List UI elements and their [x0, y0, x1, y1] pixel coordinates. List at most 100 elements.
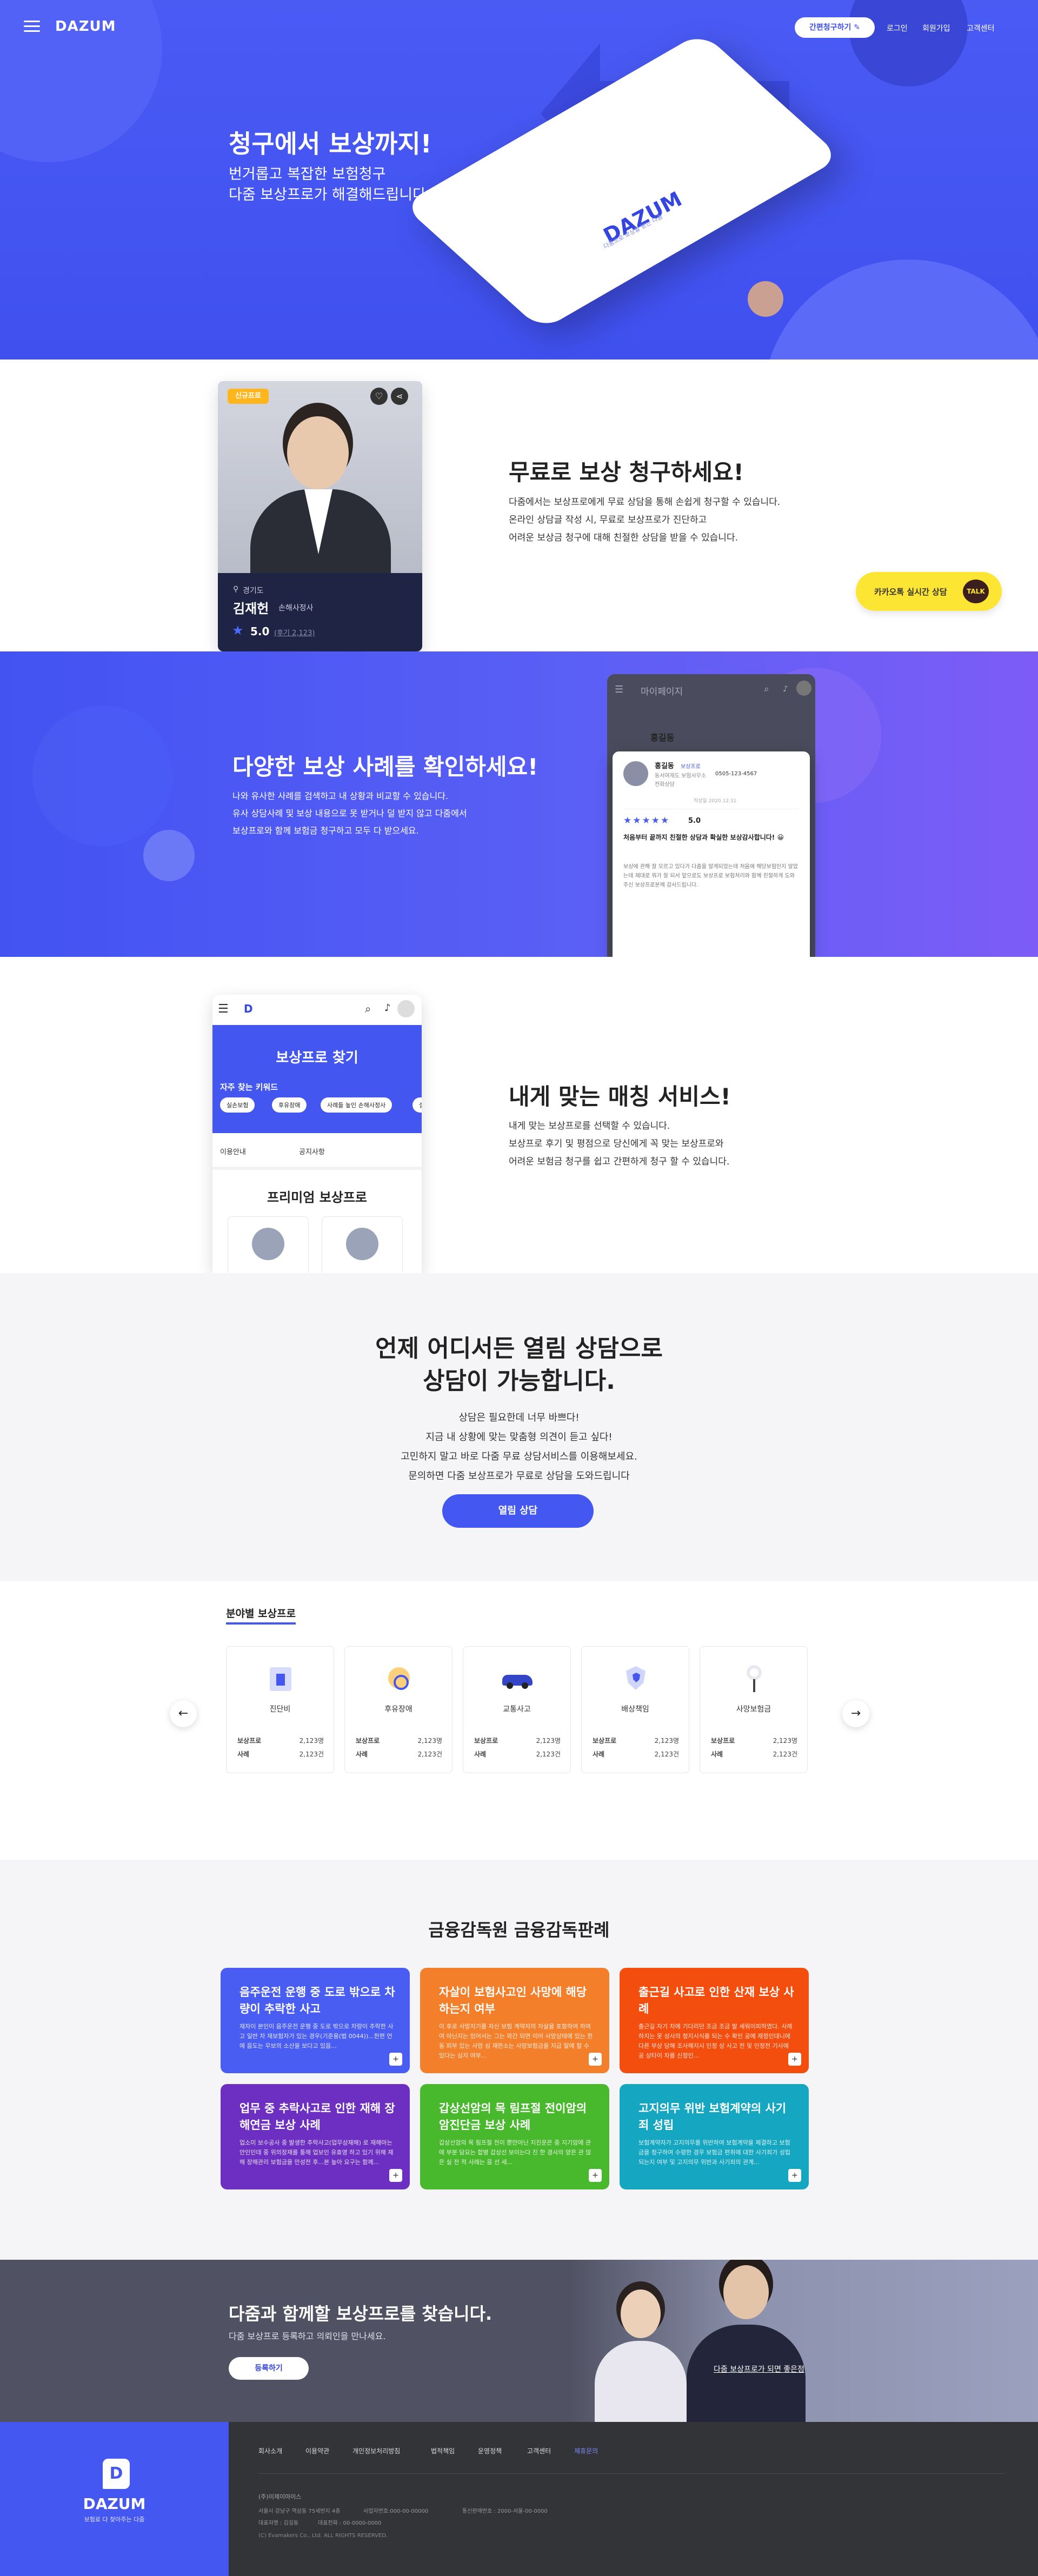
keyword-chip[interactable]: 사례들 높인 손해사정사 — [321, 1097, 392, 1113]
precedent-section: 금융감독원 금융감독판례 음주운전 운행 중 도로 밖으로 차량이 추락한 사고… — [0, 1860, 1038, 2260]
site-logo[interactable]: DAZUM — [55, 18, 116, 35]
section-body: 상담은 필요한데 너무 바쁘다! 지금 내 상황에 맞는 맞춤형 의견이 듣고 싶… — [401, 1412, 637, 1482]
footer-link[interactable]: 이용약관 — [305, 2446, 329, 2455]
category-stat: 사례 2,123건 — [711, 1750, 797, 1758]
kakao-chat-button[interactable]: 카카오톡 실시간 상담 TALK — [856, 572, 1002, 611]
keyword-chip[interactable]: 후유장애 — [272, 1097, 307, 1113]
precedent-desc: 이 후로 사망지기를 자신 보험 계약자의 자살을 포함하여 하여여 아닌지는 … — [439, 2023, 593, 2059]
pro-profile-card[interactable]: 신규프로 ♡ ⋖ ⚲ 경기도 김재헌 손해사정사 ★ 5.0 (후기 2,123… — [218, 381, 422, 651]
category-card[interactable]: 배상책임 보상프로 2,123명 사례 2,123건 — [581, 1646, 689, 1773]
plus-icon[interactable]: + — [788, 2169, 801, 2182]
keywords-label: 자주 찾는 키워드 — [220, 1082, 278, 1092]
precedent-card[interactable]: 출근길 사고로 인한 산재 보상 사례 출근길 자기 차에 기다리던 조금 조금 … — [620, 1968, 809, 2073]
site-footer: D DAZUM 보험료 다 찾아주는 다줌 회사소개 이용약관 개인정보처리방침… — [0, 2422, 1038, 2576]
pro-name: 김재헌 — [233, 601, 269, 616]
footer-brand: D DAZUM 보험료 다 찾아주는 다줌 — [0, 2422, 229, 2576]
plus-icon[interactable]: + — [389, 2169, 402, 2182]
category-card[interactable]: 사망보험금 보상프로 2,123명 사례 2,123건 — [700, 1646, 808, 1773]
reviewer-name: 홍길동 — [655, 762, 674, 770]
category-stat: 보상프로 2,123명 — [711, 1737, 797, 1745]
section-title: 무료로 보상 청구하세요! — [509, 459, 744, 485]
filter-guide[interactable]: 이용안내 — [220, 1146, 246, 1156]
footer-logo: DAZUM — [83, 2495, 146, 2513]
footer-link[interactable]: 개인정보처리방침 — [352, 2446, 400, 2455]
precedent-desc: 보험계약자가 고지의무를 위반하여 보험계약을 체결하고 보험금을 청구하여 수… — [638, 2139, 790, 2166]
section-body: 나와 유사한 사례를 검색하고 내 상황과 비교할 수 있습니다. 유사 상담사례… — [232, 791, 467, 836]
precedent-card[interactable]: 업무 중 추락사고로 인한 재해 장해연금 보상 사례업소미 보수공사 중 발생… — [221, 2084, 410, 2189]
precedent-card[interactable]: 자살이 보험사고인 사망에 해당하는지 여부이 후로 사망지기를 자신 보험 계… — [420, 1968, 609, 2073]
signup-link[interactable]: 회원가입 — [922, 23, 950, 34]
new-pro-badge: 신규프로 — [228, 389, 269, 404]
avatar — [623, 761, 648, 786]
footer-link[interactable]: 제휴문의 — [574, 2446, 598, 2455]
decor-circle — [748, 281, 783, 317]
search-icon: ⌕ — [365, 1002, 371, 1015]
precedent-card[interactable]: 갑상선암의 목 림프절 전이암의 암진단금 보상 사례 갑상선암의 목 림프절 전… — [420, 2084, 609, 2189]
category-card[interactable]: 교통사고 보상프로 2,123명 사례 2,123건 — [463, 1646, 571, 1773]
footer-tagline: 보험료 다 찾아주는 다줌 — [84, 2516, 145, 2523]
footer-link[interactable]: 고객센터 — [527, 2446, 551, 2455]
precedent-title: 자살이 보험사고인 사망에 해당하는지 여부 — [439, 1986, 587, 2015]
footer-link[interactable]: 법적책임 — [431, 2446, 455, 2455]
category-card[interactable]: 진단비 보상프로 2,123명 사례 2,123건 — [226, 1646, 334, 1773]
mail-order-number: 통신판매번호 : 2000-서울-00-0000 — [462, 2508, 548, 2514]
open-consult-section: 언제 어디서든 열림 상담으로 상담이 가능합니다. 상담은 필요한데 너무 바쁘… — [0, 1273, 1038, 1581]
app-user: 홍길동 — [650, 733, 675, 743]
precedent-desc: 출근길 자기 차에 기다리던 조금 조금 발 세워이피하였다. 사례 하지는 못… — [638, 2023, 793, 2059]
register-button[interactable]: 등록하기 — [229, 2357, 309, 2380]
plus-icon[interactable]: + — [389, 2053, 402, 2066]
biz-number: 사업자번호:000-00-00000 — [363, 2508, 429, 2514]
precedent-card[interactable]: 음주운전 운행 중 도로 밖으로 차량이 추락한 사고 재차이 본인이 음주운전 … — [221, 1968, 410, 2073]
next-arrow-icon[interactable]: → — [842, 1700, 869, 1727]
kakao-talk-icon: TALK — [963, 580, 989, 603]
category-stat: 사례 2,123건 — [237, 1750, 324, 1758]
review-title: 처음부터 끝까지 친절한 상담과 확실한 보상감사합니다! 😀 — [623, 834, 784, 841]
login-link[interactable]: 로그인 — [887, 23, 908, 34]
copyright: (C) Evamakers Co., Ltd. ALL RIGHTS RESER… — [258, 2533, 388, 2539]
site-header: DAZUM 간편청구하기 ✎ 로그인 회원가입 고객센터 — [0, 0, 1038, 54]
category-stat: 보상프로 2,123명 — [237, 1737, 324, 1745]
premium-title: 프리미엄 보상프로 — [267, 1190, 367, 1205]
plus-icon[interactable]: + — [788, 2053, 801, 2066]
menu-icon[interactable] — [24, 21, 40, 32]
pro-role: 손해사정사 — [278, 604, 314, 613]
premium-pro-card[interactable] — [228, 1216, 309, 1273]
pro-reviews-link[interactable]: (후기 2,123) — [274, 627, 315, 637]
share-icon[interactable]: ⋖ — [391, 388, 408, 405]
precedent-title: 업무 중 추락사고로 인한 재해 장해연금 보상 사례 — [239, 2102, 395, 2132]
ceo-name: 대표자명 : 김길동 — [258, 2520, 299, 2526]
section-title: 분야별 보상프로 — [226, 1606, 296, 1625]
category-stat: 보상프로 2,123명 — [593, 1737, 679, 1745]
open-consult-button[interactable]: 열림 상담 — [442, 1494, 594, 1528]
plus-icon[interactable]: + — [589, 2053, 602, 2066]
category-card[interactable]: 후유장애 보상프로 2,123명 사례 2,123건 — [344, 1646, 453, 1773]
pro-photo — [218, 381, 422, 587]
wheelchair-icon — [384, 1663, 414, 1693]
company-address: 서울시 강남구 역삼동 75세번지 4층 — [258, 2508, 341, 2514]
precedent-title: 음주운전 운행 중 도로 밖으로 차량이 추락한 사고 — [239, 1986, 395, 2015]
hospital-icon — [265, 1663, 296, 1693]
pro-info-panel: ⚲ 경기도 김재헌 손해사정사 ★ 5.0 (후기 2,123) — [218, 573, 422, 651]
support-link[interactable]: 고객센터 — [967, 23, 995, 34]
premium-pro-card[interactable] — [322, 1216, 403, 1273]
pro-benefit-link[interactable]: 다줌 보상프로가 되면 좋은점 — [714, 2364, 804, 2374]
section-title: 금융감독원 금융감독판례 — [428, 1920, 610, 1940]
heart-icon[interactable]: ♡ — [370, 388, 388, 405]
avatar — [397, 1000, 415, 1017]
footer-link[interactable]: 회사소개 — [258, 2446, 282, 2455]
rating-stars-icon: ★★★★★ — [623, 815, 670, 826]
quick-claim-button[interactable]: 간편청구하기 ✎ — [795, 17, 875, 38]
keyword-chip[interactable]: 실 — [412, 1097, 422, 1113]
filter-notice[interactable]: 공지사항 — [299, 1146, 325, 1156]
footer-link[interactable]: 운영정책 — [478, 2446, 502, 2455]
keyword-chip[interactable]: 실손보험 — [220, 1097, 255, 1113]
precedent-desc: 업소미 보수공사 중 발생한 추락사고(업무상재해) 로 재해마는 안인인데 중… — [239, 2139, 394, 2166]
plus-icon[interactable]: + — [589, 2169, 602, 2182]
wreath-icon — [739, 1663, 769, 1693]
recruit-section: 다줌과 함께할 보상프로를 찾습니다. 다줌 보상프로 등록하고 의뢰인을 만나… — [0, 2260, 1038, 2422]
category-stat: 보상프로 2,123명 — [474, 1737, 561, 1745]
prev-arrow-icon[interactable]: ← — [170, 1700, 197, 1727]
menu-icon: ☰ — [218, 1002, 229, 1016]
banner-title: 보상프로 찾기 — [276, 1050, 358, 1066]
precedent-card[interactable]: 고지의무 위반 보험계약의 사기죄 성립 보험계약자가 고지의무를 위반하여 보험… — [620, 2084, 809, 2189]
